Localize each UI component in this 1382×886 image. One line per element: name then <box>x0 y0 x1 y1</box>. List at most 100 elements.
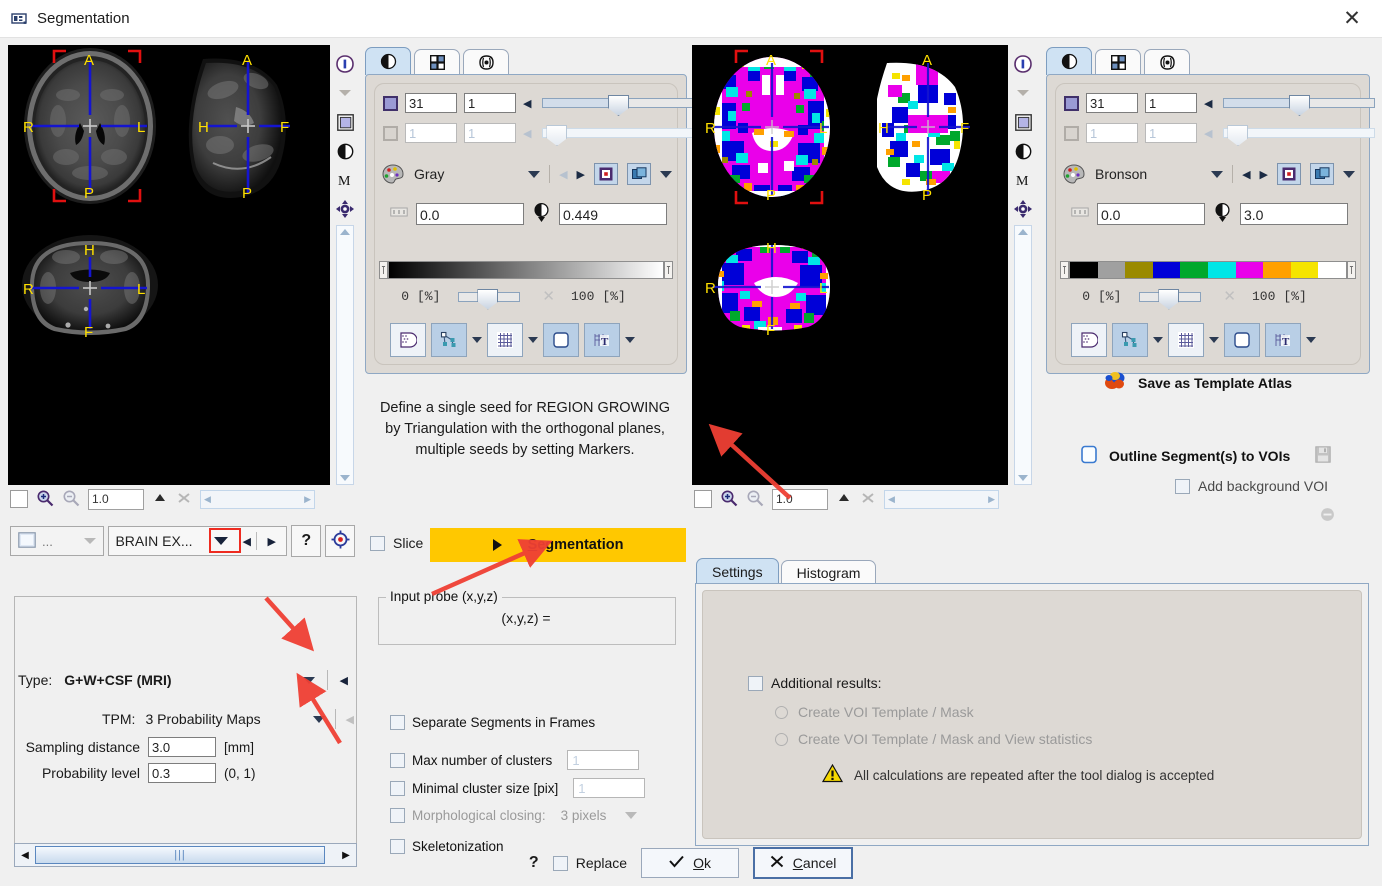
chevron-down-icon[interactable] <box>1017 83 1029 103</box>
grid-icon[interactable] <box>487 323 523 357</box>
option-min-cluster-size[interactable]: Minimal cluster size [pix] 1 <box>390 778 646 798</box>
mask-icon[interactable] <box>1071 323 1107 357</box>
right-zoom-checkbox[interactable] <box>694 490 712 508</box>
shape-icon[interactable] <box>1224 323 1260 357</box>
fit-icon[interactable] <box>152 491 168 508</box>
slice-index-input[interactable]: 31 <box>1086 93 1138 113</box>
lut-min-input[interactable]: 0.0 <box>416 202 524 225</box>
crosshair-icon[interactable] <box>1014 199 1032 219</box>
tab-layout[interactable] <box>414 49 460 75</box>
reset-window-icon[interactable]: ✕ <box>542 287 555 306</box>
nodes-options-icon[interactable] <box>1153 337 1163 343</box>
overlay-options-icon[interactable] <box>1306 337 1316 343</box>
footer-help-button[interactable]: ? <box>529 854 539 872</box>
lut-prev-icon[interactable]: ◀ <box>559 168 567 181</box>
right-view-hscroll[interactable]: ◀ ▶ <box>884 489 999 509</box>
scroll-down-icon[interactable] <box>340 475 350 481</box>
copy-lut-button[interactable] <box>1310 163 1334 185</box>
option-max-clusters[interactable]: Max number of clusters 1 <box>390 750 640 770</box>
nodes-icon[interactable] <box>431 323 467 357</box>
tab-brain[interactable] <box>463 49 509 75</box>
ramp-left-cap[interactable]: ⊺ <box>1060 261 1069 279</box>
chevron-down-icon[interactable] <box>84 538 97 544</box>
threshold-icon[interactable] <box>1213 202 1232 225</box>
morphological-closing-dropdown-icon[interactable] <box>625 812 638 819</box>
slice-color-swatch[interactable] <box>383 95 398 111</box>
grid-options-icon[interactable] <box>1209 337 1219 343</box>
lut-next-icon[interactable]: ▶ <box>577 168 585 181</box>
right-view-scrollbar[interactable] <box>1014 225 1032 485</box>
reset-window-icon[interactable]: ✕ <box>1223 287 1236 306</box>
reset-icon[interactable] <box>176 491 192 508</box>
frame-prev-icon[interactable]: ◀ <box>1204 127 1212 140</box>
chevron-down-icon[interactable] <box>339 83 351 103</box>
tab-contrast[interactable] <box>365 47 411 75</box>
ramp-left-cap[interactable]: ⊺ <box>379 261 388 279</box>
cancel-button[interactable]: Cancel <box>753 847 854 879</box>
min-cluster-size-checkbox[interactable] <box>390 780 405 796</box>
type-prev-icon[interactable]: ◀ <box>340 674 348 687</box>
right-image-viewport[interactable]: APRL A P H F H F R L <box>692 45 1008 485</box>
series-selector[interactable]: ... <box>10 526 105 556</box>
tab-layout[interactable] <box>1095 49 1141 75</box>
max-clusters-input[interactable]: 1 <box>567 750 640 770</box>
info-icon[interactable] <box>336 54 354 74</box>
slice-slider-knob[interactable] <box>607 95 629 116</box>
tab-histogram[interactable]: Histogram <box>780 560 877 584</box>
scroll-left-icon[interactable]: ◀ <box>201 494 214 505</box>
tpm-prev-icon[interactable]: ◀ <box>346 713 354 726</box>
palette-icon[interactable] <box>382 164 405 184</box>
type-dropdown-icon[interactable] <box>302 676 315 684</box>
slice-color-swatch[interactable] <box>1064 95 1079 111</box>
scroll-left-icon[interactable]: ◀ <box>885 494 898 505</box>
scroll-up-icon[interactable] <box>1018 229 1028 235</box>
ok-button[interactable]: Ok <box>641 848 740 878</box>
frame-index-input[interactable]: 1 <box>1086 123 1138 143</box>
info-icon[interactable] <box>1014 54 1032 74</box>
lut-ramp-gray[interactable] <box>388 261 664 279</box>
lut-min-input[interactable]: 0.0 <box>1097 202 1205 225</box>
additional-results-row[interactable]: Additional results: <box>748 675 882 691</box>
lut-max-input[interactable]: 3.0 <box>1240 202 1348 225</box>
option-morphological-closing[interactable]: Morphological closing: 3 pixels <box>390 808 638 823</box>
crosshair-icon[interactable] <box>336 199 354 219</box>
slice-slider[interactable] <box>542 95 695 116</box>
left-zoom-checkbox[interactable] <box>10 490 28 508</box>
help-button[interactable]: ? <box>291 525 322 557</box>
zoom-in-icon[interactable] <box>720 489 738 510</box>
frame-index-input[interactable]: 1 <box>405 123 457 143</box>
layer-color-icon[interactable] <box>1014 112 1032 132</box>
scroll-right-icon[interactable]: ▶ <box>985 494 998 505</box>
scroll-down-icon[interactable] <box>1018 475 1028 481</box>
radio-create-voi-mask-stats[interactable]: Create VOI Template / Mask and View stat… <box>775 731 1092 747</box>
ramp-right-cap[interactable]: ⊺ <box>664 261 673 279</box>
nodes-icon[interactable] <box>1112 323 1148 357</box>
max-clusters-checkbox[interactable] <box>390 752 405 768</box>
left-zoom-value[interactable]: 1.0 <box>88 488 144 510</box>
target-button[interactable] <box>325 525 355 557</box>
protocol-dropdown-icon[interactable] <box>214 537 229 545</box>
invert-lut-button[interactable] <box>1277 163 1301 185</box>
ramp-right-cap[interactable]: ⊺ <box>1347 261 1356 279</box>
nodes-options-icon[interactable] <box>472 337 482 343</box>
slice-slider-knob[interactable] <box>1288 95 1310 116</box>
m-icon[interactable]: M <box>1015 170 1032 190</box>
prev-protocol-icon[interactable]: ◀ <box>242 535 250 548</box>
protocol-selector[interactable]: BRAIN EX... ◀ ▶ <box>108 526 288 556</box>
slice-slider[interactable] <box>1223 95 1376 116</box>
lut-next-icon[interactable]: ▶ <box>1260 168 1268 181</box>
lut-max-input[interactable]: 0.449 <box>559 202 667 225</box>
frame-prev-icon[interactable]: ◀ <box>523 127 531 140</box>
replace-checkbox[interactable] <box>552 855 568 871</box>
zoom-out-icon[interactable] <box>62 489 80 510</box>
contrast-icon[interactable] <box>337 141 354 161</box>
left-view-hscroll[interactable]: ◀ ▶ <box>200 489 315 509</box>
separate-segments-checkbox[interactable] <box>390 715 405 730</box>
slice-checkbox[interactable] <box>370 535 385 551</box>
slice-prev-icon[interactable]: ◀ <box>1204 97 1212 110</box>
left-image-viewport[interactable]: AP RL A P H F H F R L <box>8 45 330 485</box>
contrast-icon[interactable] <box>1015 141 1032 161</box>
slice-prev-icon[interactable]: ◀ <box>523 97 531 110</box>
left-view-scrollbar[interactable] <box>336 225 354 485</box>
slice-total-input[interactable]: 1 <box>464 93 516 113</box>
